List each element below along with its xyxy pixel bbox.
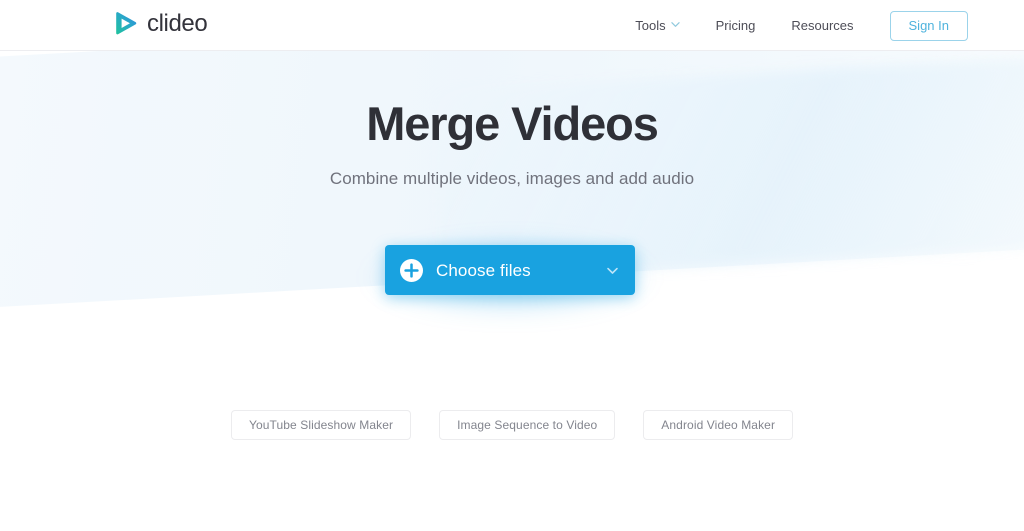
clideo-logo[interactable]: clideo [113, 9, 208, 37]
page-subtitle: Combine multiple videos, images and add … [329, 168, 695, 188]
page-title: Merge Videos [366, 97, 659, 150]
play-logo-icon [113, 11, 138, 36]
plus-circle-icon [400, 258, 423, 282]
chevron-down-icon[interactable] [606, 264, 619, 277]
site-header: clideo Tools Pricing Resources Sign In [0, 0, 1024, 51]
nav-item-resources[interactable]: Resources [773, 0, 871, 51]
clideo-merge-videos-page: clideo Tools Pricing Resources Sign In M… [0, 0, 1024, 531]
choose-files-label: Choose files [436, 260, 531, 280]
main-navigation: Tools Pricing Resources Sign In [617, 0, 968, 51]
nav-item-pricing[interactable]: Pricing [698, 0, 774, 51]
hero-content: Merge Videos Combine multiple videos, im… [0, 97, 1024, 189]
nav-item-resources-label: Resources [791, 18, 854, 33]
related-tool-android-video-maker[interactable]: Android Video Maker [643, 410, 794, 440]
nav-item-pricing-label: Pricing [715, 18, 756, 33]
sign-in-button[interactable]: Sign In [889, 10, 968, 41]
nav-item-tools[interactable]: Tools [617, 0, 697, 51]
hero-section: Merge Videos Combine multiple videos, im… [0, 51, 1024, 531]
choose-files-button[interactable]: Choose files [385, 245, 635, 295]
choose-files-area: Choose files [367, 237, 653, 317]
related-tools-list: YouTube Slideshow Maker Image Sequence t… [0, 410, 1024, 440]
logo-text: clideo [147, 9, 208, 37]
related-tool-image-sequence-to-video[interactable]: Image Sequence to Video [439, 410, 616, 440]
chevron-down-icon [670, 20, 680, 29]
related-tool-youtube-slideshow-maker[interactable]: YouTube Slideshow Maker [230, 410, 412, 440]
nav-item-tools-label: Tools [635, 18, 666, 33]
